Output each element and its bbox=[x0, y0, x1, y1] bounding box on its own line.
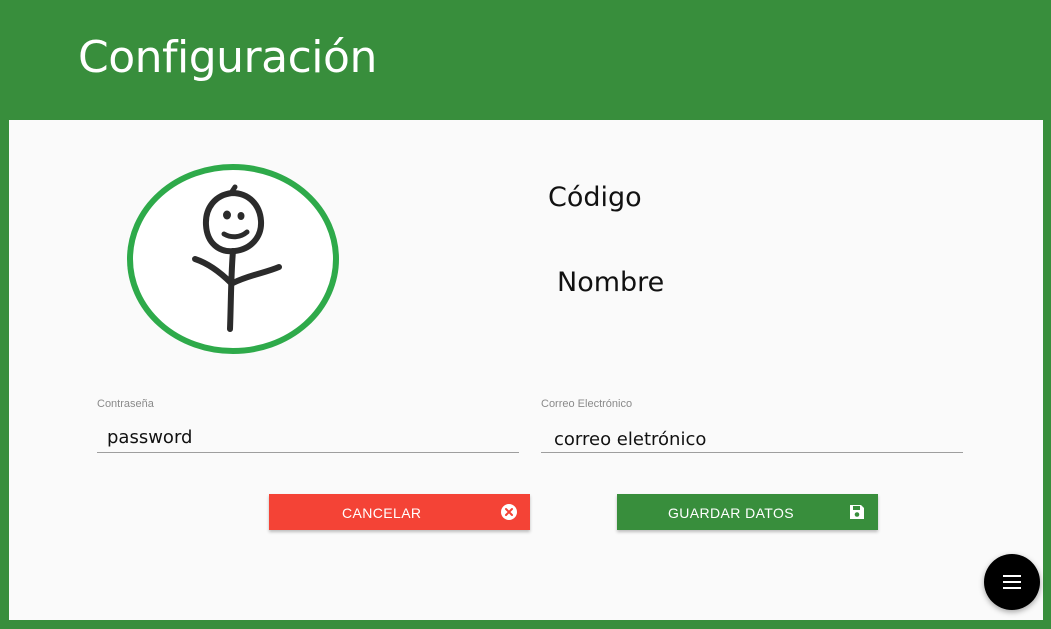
stick-figure-avatar-icon bbox=[127, 164, 339, 354]
email-input[interactable] bbox=[541, 412, 963, 453]
avatar[interactable] bbox=[127, 163, 339, 355]
email-field: Correo Electrónico bbox=[541, 398, 963, 453]
code-label: Código bbox=[548, 182, 642, 213]
page-title: Configuración bbox=[78, 32, 377, 83]
menu-fab-button[interactable] bbox=[984, 554, 1040, 610]
save-button[interactable]: GUARDAR DATOS bbox=[617, 494, 878, 530]
password-field: Contraseña bbox=[97, 398, 519, 453]
cancel-button-label: CANCELAR bbox=[342, 505, 422, 521]
cancel-button[interactable]: CANCELAR bbox=[269, 494, 530, 530]
name-label: Nombre bbox=[557, 267, 665, 298]
password-input[interactable] bbox=[97, 412, 519, 453]
save-button-label: GUARDAR DATOS bbox=[668, 505, 795, 521]
app-header: Configuración bbox=[0, 0, 1051, 120]
password-label: Contraseña bbox=[97, 398, 154, 410]
menu-icon bbox=[1003, 574, 1021, 590]
close-circle-icon bbox=[500, 503, 518, 521]
email-label: Correo Electrónico bbox=[541, 398, 633, 410]
save-icon bbox=[848, 503, 866, 521]
